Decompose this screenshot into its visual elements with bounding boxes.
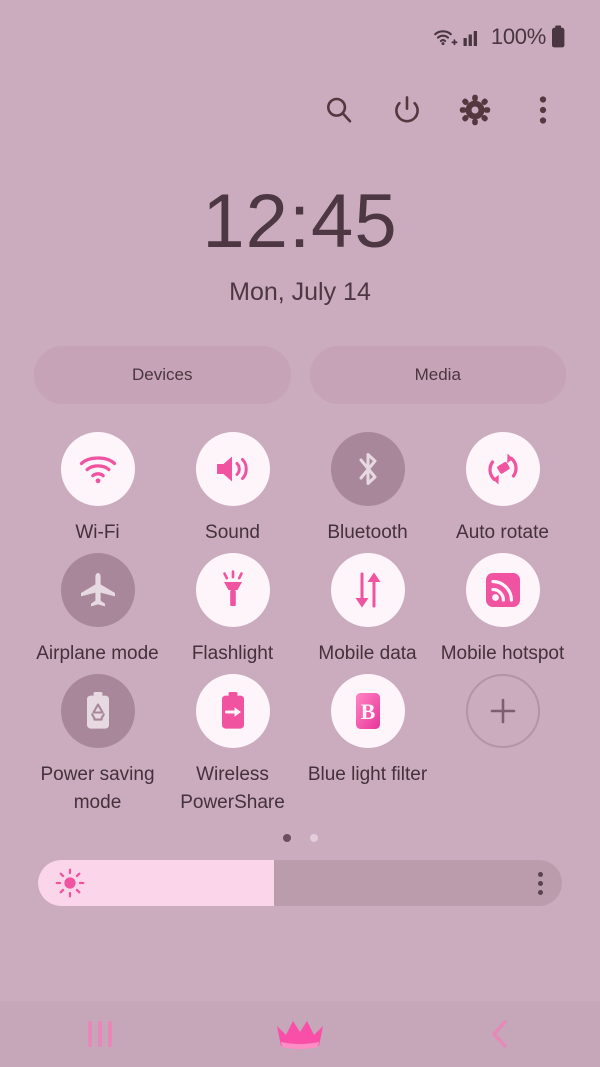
power-button[interactable] [390,93,424,127]
more-vertical-icon [538,880,543,886]
brightness-slider[interactable] [38,860,562,907]
clock-date: Mon, July 14 [229,278,371,306]
brightness-sun-icon [55,868,85,898]
clock-block[interactable]: 12:45 Mon, July 14 [0,184,600,307]
toggle-mobile-data-circle [330,553,405,628]
search-button[interactable] [322,93,356,127]
toggle-wifi-label: Wi-Fi [75,522,120,543]
wireless-powershare-icon [218,691,248,731]
flashlight-icon [216,570,250,610]
back-button[interactable] [464,1010,536,1058]
media-button[interactable]: Media [309,346,566,404]
toggle-wireless-powershare-label: Wireless PowerShare [180,764,285,814]
toggle-wifi[interactable]: Wi-Fi [30,432,165,547]
toggle-mobile-hotspot-circle [465,553,540,628]
battery-percent-label: 100% [490,24,546,49]
status-bar-right: 100% [433,24,566,50]
page-dot-2[interactable] [309,834,318,843]
more-options-button[interactable] [526,93,560,127]
recents-icon [88,1021,112,1047]
toggle-auto-rotate-circle [465,432,540,506]
toggle-sound-circle [195,432,270,506]
add-icon [486,694,520,728]
toggle-power-saving-mode-circle [60,674,135,749]
svg-text:B: B [360,699,375,724]
blue-light-filter-icon: B [351,691,385,731]
battery-full-icon [551,25,566,49]
toggle-wifi-circle [60,432,135,506]
more-vertical-icon [538,871,543,877]
sound-icon [213,451,253,487]
power-icon [391,94,423,126]
toggle-bluetooth-label: Bluetooth [327,522,408,543]
toggle-mobile-hotspot-label: Mobile hotspot [440,643,565,665]
toggle-sound[interactable]: Sound [165,432,300,547]
devices-media-row: Devices Media [34,346,566,404]
toggle-blue-light-filter[interactable]: B Blue light filter [300,674,435,817]
navigation-bar [0,1001,600,1067]
airplane-icon [78,571,118,609]
toggle-airplane-mode-label: Airplane mode [36,643,159,665]
devices-button[interactable]: Devices [34,346,291,404]
cellular-signal-icon [463,27,482,47]
header-action-row [0,80,600,140]
power-saving-icon [83,691,113,731]
toggle-bluetooth-circle [330,432,405,506]
quick-settings-grid: Wi-Fi Sound Bluetooth Auto rotate Airpla… [30,432,570,817]
toggle-mobile-data-label: Mobile data [318,643,417,665]
toggle-auto-rotate-label: Auto rotate [456,522,549,543]
wifi-plus-icon [433,26,459,48]
toggle-bluetooth[interactable]: Bluetooth [300,432,435,547]
toggle-flashlight[interactable]: Flashlight [165,553,300,668]
search-icon [323,94,355,126]
page-indicator [0,834,600,843]
toggle-wireless-powershare[interactable]: Wireless PowerShare [165,674,300,817]
mobile-data-icon [350,570,386,610]
chevron-left-icon [487,1018,513,1050]
toggle-blue-light-filter-circle: B [330,674,405,749]
clock-time: 12:45 [202,179,398,264]
toggle-mobile-data[interactable]: Mobile data [300,553,435,668]
home-button[interactable] [264,1010,336,1058]
toggle-flashlight-circle [195,553,270,628]
toggle-add-button[interactable] [435,674,570,817]
toggle-power-saving-mode-label: Power saving mode [40,764,155,814]
page-dot-1[interactable] [282,834,291,843]
status-bar: 100% [0,0,600,74]
more-vertical-icon [538,889,543,895]
recents-button[interactable] [64,1010,136,1058]
auto-rotate-icon [483,449,523,489]
brightness-menu-button[interactable] [538,871,543,895]
more-vertical-icon [538,94,548,126]
bluetooth-icon [355,449,381,489]
toggle-flashlight-label: Flashlight [191,643,274,665]
toggle-blue-light-filter-label: Blue light filter [307,764,428,786]
toggle-sound-label: Sound [205,522,260,543]
toggle-airplane-mode-circle [60,553,135,628]
mobile-hotspot-icon [484,571,522,609]
toggle-auto-rotate[interactable]: Auto rotate [435,432,570,547]
toggle-add-circle [465,674,540,749]
toggle-power-saving-mode[interactable]: Power saving mode [30,674,165,817]
crown-home-icon [273,1015,327,1053]
settings-button[interactable] [458,93,492,127]
wifi-icon [78,452,118,486]
gear-icon [459,94,491,126]
toggle-mobile-hotspot[interactable]: Mobile hotspot [435,553,570,668]
toggle-wireless-powershare-circle [195,674,270,749]
toggle-airplane-mode[interactable]: Airplane mode [30,553,165,668]
